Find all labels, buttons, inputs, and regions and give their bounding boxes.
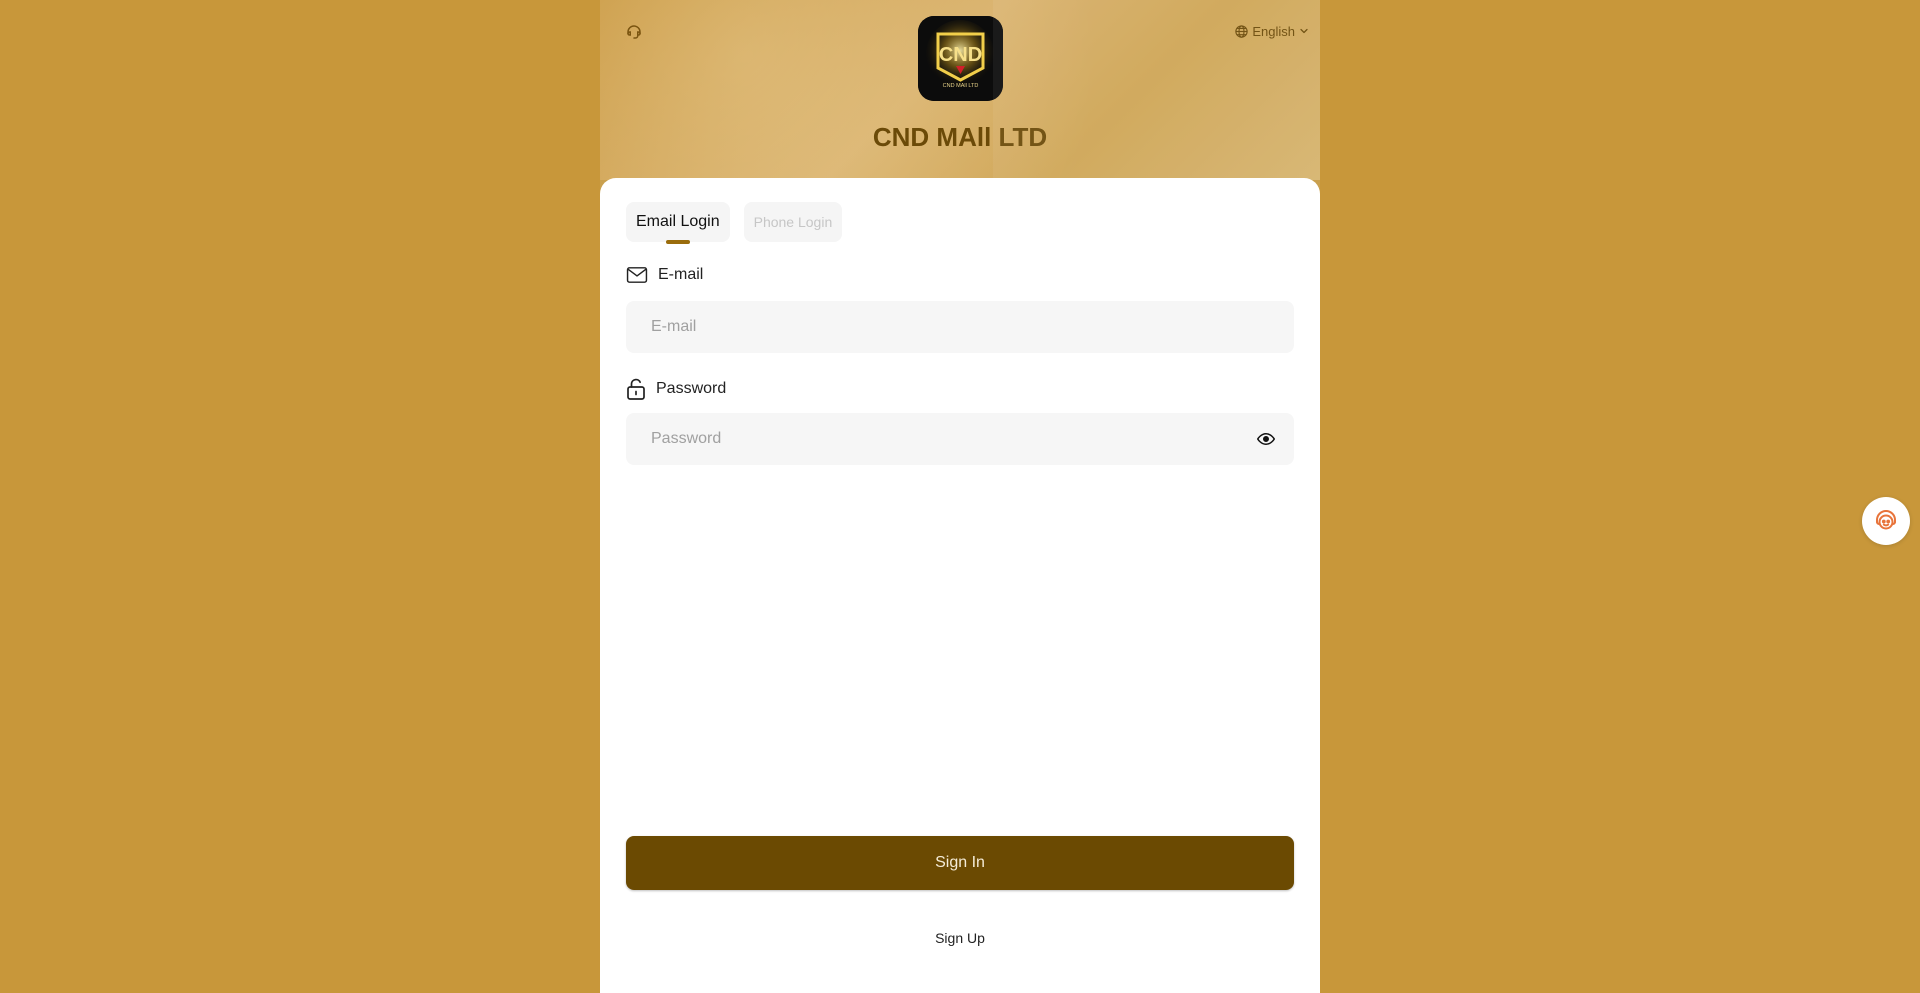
language-selector[interactable]: English [1234,20,1310,42]
email-label-row: E-mail [626,266,703,284]
logo-subtext: CND MAll LTD [943,83,979,89]
login-tabs: Email Login Phone Login [626,202,843,244]
floating-service-button[interactable] [1862,497,1910,545]
envelope-icon [626,267,648,283]
tab-label: Email Login [636,213,720,230]
login-card: Email Login Phone Login E-mail Passwor [600,178,1320,993]
password-label: Password [656,380,727,397]
headset-icon [627,25,641,39]
brand-name: CND MAll LTD [872,122,1048,152]
app-logo: CND CND MAll LTD [918,16,1003,101]
language-label: English [1252,23,1295,39]
lock-icon [627,378,645,400]
email-input-container [626,301,1294,353]
header-banner: English CND CND MAll LTD CND MAll LTD [600,0,1320,180]
sign-in-button[interactable]: Sign In [626,836,1294,890]
chevron-down-icon [1300,28,1308,34]
tab-email-login[interactable]: Email Login [626,202,730,244]
tab-phone-login[interactable]: Phone Login [743,202,843,242]
tab-label: Phone Login [753,214,833,230]
password-input-container [626,413,1294,465]
logo-letters: CND [939,44,982,66]
customer-service-icon [1876,510,1896,530]
email-input[interactable] [626,301,1251,353]
password-label-row: Password [626,378,726,400]
email-label: E-mail [658,266,704,283]
password-input[interactable] [626,413,1251,465]
customer-service-button[interactable] [622,20,646,44]
mobile-frame: English CND CND MAll LTD CND MAll LTD Em… [600,0,1320,993]
toggle-password-visibility[interactable] [1256,429,1276,449]
active-tab-indicator [665,240,690,244]
eye-icon [1257,432,1275,446]
sign-up-link[interactable]: Sign Up [600,930,1320,946]
globe-icon [1235,24,1249,38]
